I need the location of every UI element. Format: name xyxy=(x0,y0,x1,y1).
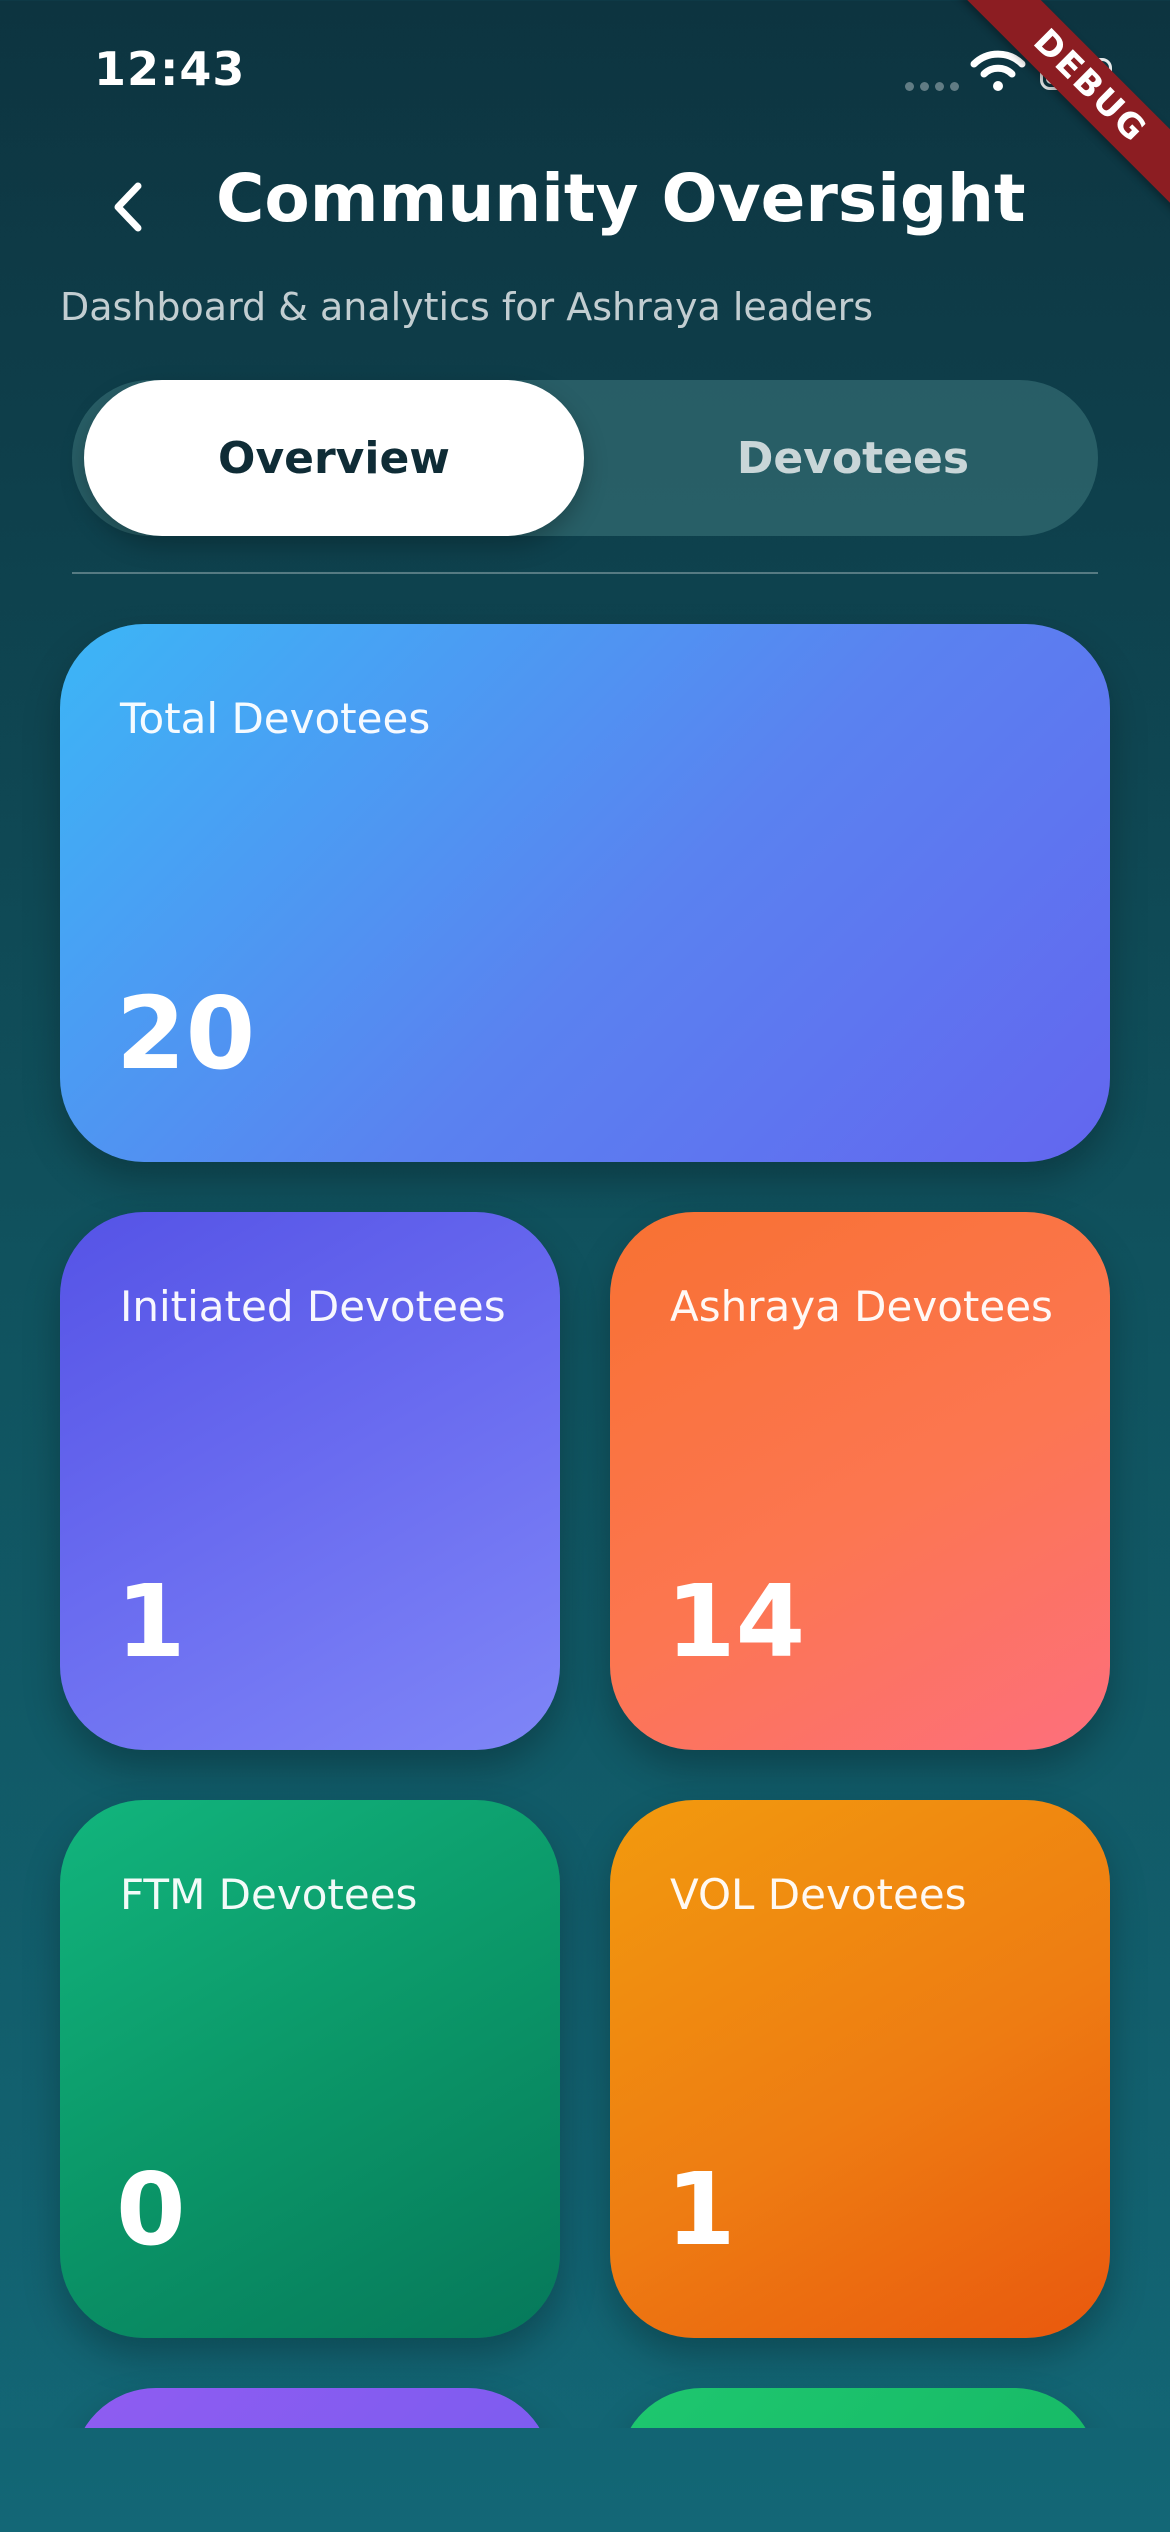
tab-devotees[interactable]: Devotees xyxy=(618,380,1088,536)
back-button[interactable] xyxy=(95,170,159,244)
tab-bar: Overview Devotees xyxy=(72,380,1098,536)
stat-label: Ashraya Devotees xyxy=(670,1282,1053,1331)
stat-card-ftm-devotees[interactable]: FTM Devotees 0 xyxy=(60,1800,560,2338)
tab-overview[interactable]: Overview xyxy=(84,380,584,536)
stat-label: Total Devotees xyxy=(120,694,431,743)
wifi-icon xyxy=(970,50,1026,91)
stat-value: 20 xyxy=(116,975,256,1092)
stat-value: 14 xyxy=(666,1563,806,1680)
stat-card-ashraya-devotees[interactable]: Ashraya Devotees 14 xyxy=(610,1212,1110,1750)
scroll-clip-area xyxy=(0,2428,1170,2532)
stat-label: VOL Devotees xyxy=(670,1870,967,1919)
page-title: Community Oversight xyxy=(216,160,1026,237)
page-subtitle: Dashboard & analytics for Ashraya leader… xyxy=(60,285,873,329)
status-time: 12:43 xyxy=(94,42,246,96)
stat-card-total-devotees[interactable]: Total Devotees 20 xyxy=(60,624,1110,1162)
stat-card-vol-devotees[interactable]: VOL Devotees 1 xyxy=(610,1800,1110,2338)
signal-icon xyxy=(905,82,959,91)
chevron-left-icon xyxy=(114,182,142,232)
stat-value: 1 xyxy=(666,2151,736,2268)
stat-label: Initiated Devotees xyxy=(120,1282,506,1331)
tab-divider xyxy=(72,572,1098,574)
stat-value: 1 xyxy=(116,1563,186,1680)
stat-card-initiated-devotees[interactable]: Initiated Devotees 1 xyxy=(60,1212,560,1750)
stat-value: 0 xyxy=(116,2151,186,2268)
stat-label: FTM Devotees xyxy=(120,1870,418,1919)
